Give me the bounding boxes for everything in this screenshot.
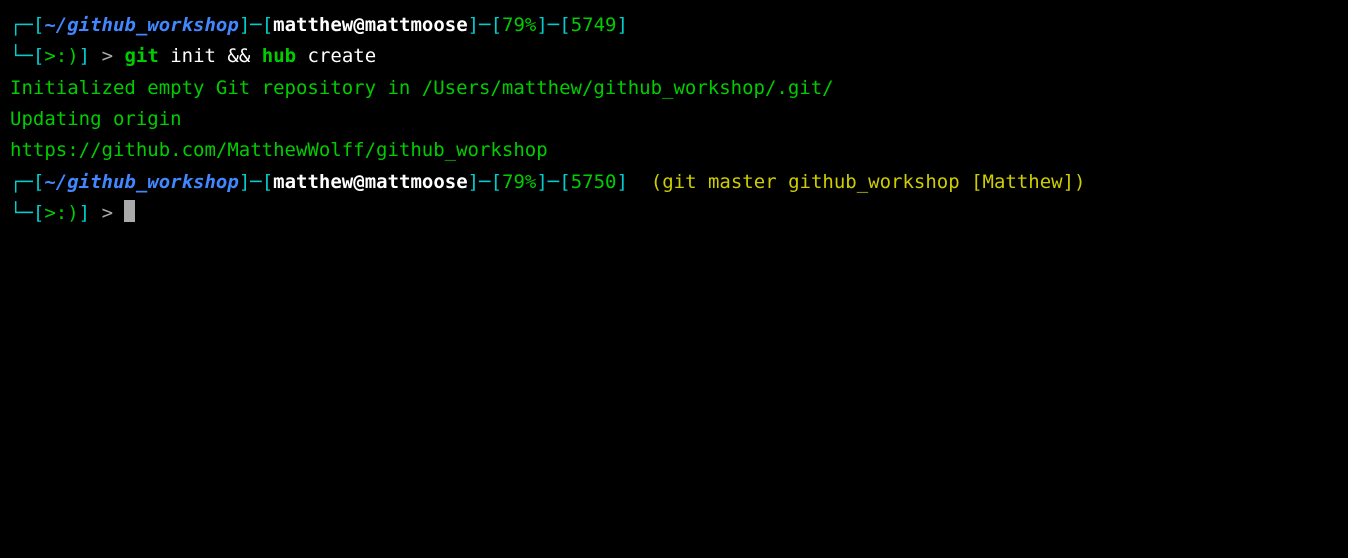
bracket: ] (239, 14, 250, 36)
command-hub: hub (250, 45, 296, 67)
output-updating: Updating origin (10, 104, 1338, 135)
prompt-corner: └─ (10, 45, 33, 67)
battery-percent: 79% (502, 14, 536, 36)
bracket: [ (33, 171, 44, 193)
history-number: 5749 (571, 14, 617, 36)
bracket: ] (616, 171, 627, 193)
prompt-arrow: > (90, 202, 124, 224)
dash: ─ (250, 14, 261, 36)
username: matthew (273, 171, 353, 193)
smiley-face: >:) (44, 45, 78, 67)
hostname: mattmoose (365, 14, 468, 36)
prompt-line-1-top: ┌─[~/github_workshop]─[matthew@mattmoose… (10, 10, 1338, 41)
command-operator: && (227, 45, 250, 67)
bracket: [ (491, 171, 502, 193)
smiley-face: >:) (44, 202, 78, 224)
bracket: ] (616, 14, 627, 36)
bracket: ] (239, 171, 250, 193)
bracket: [ (33, 14, 44, 36)
terminal[interactable]: ┌─[~/github_workshop]─[matthew@mattmoose… (10, 10, 1338, 229)
command-git: git (124, 45, 158, 67)
output-url: https://github.com/MatthewWolff/github_w… (10, 135, 1338, 166)
hostname: mattmoose (365, 171, 468, 193)
bracket: [ (33, 45, 44, 67)
bracket: [ (33, 202, 44, 224)
bracket: ] (536, 14, 547, 36)
prompt-line-2-bottom[interactable]: └─[>:)] > (10, 198, 1338, 229)
username: matthew (273, 14, 353, 36)
prompt-corner: └─ (10, 202, 33, 224)
prompt-corner: ┌─ (10, 14, 33, 36)
battery-percent: 79% (502, 171, 536, 193)
at-sign: @ (353, 171, 364, 193)
at-sign: @ (353, 14, 364, 36)
command-arg-init: init (159, 45, 228, 67)
bracket: ] (79, 45, 90, 67)
bracket: [ (262, 14, 273, 36)
dash: ─ (479, 14, 490, 36)
cwd: ~/github_workshop (44, 171, 238, 193)
output-init: Initialized empty Git repository in /Use… (10, 73, 1338, 104)
prompt-corner: ┌─ (10, 171, 33, 193)
dash: ─ (548, 14, 559, 36)
git-info: (git master github_workshop [Matthew]) (628, 171, 1086, 193)
dash: ─ (548, 171, 559, 193)
history-number: 5750 (571, 171, 617, 193)
bracket: ] (79, 202, 90, 224)
dash: ─ (479, 171, 490, 193)
bracket: [ (559, 14, 570, 36)
bracket: ] (536, 171, 547, 193)
bracket: ] (468, 171, 479, 193)
cwd: ~/github_workshop (44, 14, 238, 36)
cursor-icon (124, 200, 135, 222)
bracket: [ (491, 14, 502, 36)
bracket: [ (262, 171, 273, 193)
command-arg-create: create (296, 45, 376, 67)
bracket: [ (559, 171, 570, 193)
prompt-line-1-bottom: └─[>:)] > git init && hub create (10, 41, 1338, 72)
bracket: ] (468, 14, 479, 36)
prompt-line-2-top: ┌─[~/github_workshop]─[matthew@mattmoose… (10, 167, 1338, 198)
dash: ─ (250, 171, 261, 193)
prompt-arrow: > (90, 45, 124, 67)
